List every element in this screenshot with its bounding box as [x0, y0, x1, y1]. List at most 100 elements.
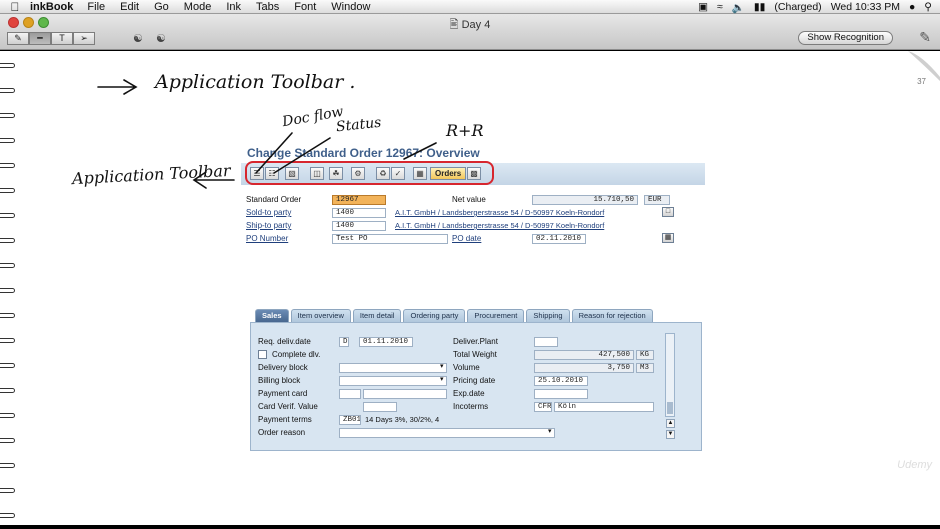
- dropdown-icon[interactable]: ▾: [440, 375, 444, 383]
- binder-ring: [0, 188, 15, 193]
- ship-to-party-address[interactable]: A.I.T. GmbH / Landsbergerstrasse 54 / D-…: [395, 221, 604, 230]
- incoterms-label: Incoterms: [453, 402, 489, 411]
- currency-field: EUR: [644, 195, 670, 205]
- battery-icon[interactable]: ▮▮: [754, 1, 766, 13]
- date-format-field[interactable]: D: [339, 337, 349, 347]
- highlighter-tool-icon[interactable]: ━: [29, 32, 51, 45]
- tab-item-detail[interactable]: Item detail: [352, 309, 402, 322]
- wifi-icon[interactable]: ≈: [717, 1, 723, 13]
- ship-to-party-label[interactable]: Ship-to party: [246, 221, 291, 230]
- payment-terms-label: Payment terms: [258, 415, 312, 424]
- scroll-up-icon[interactable]: ▲: [666, 419, 675, 428]
- toolbar-highlight-ring: [245, 161, 494, 185]
- scrollbar-thumb[interactable]: [667, 402, 673, 414]
- app-menu[interactable]: inkBook: [30, 1, 73, 13]
- binder-ring: [0, 88, 15, 93]
- spotlight-search-icon[interactable]: ⚲: [924, 1, 932, 13]
- select-tool-icon[interactable]: ➢: [73, 32, 95, 45]
- sold-to-party-address[interactable]: A.I.T. GmbH / Landsbergerstrasse 54 / D-…: [395, 208, 604, 217]
- binder-ring: [0, 388, 15, 393]
- sold-to-party-label[interactable]: Sold-to party: [246, 208, 291, 217]
- zoom-in-icon[interactable]: ☯: [156, 32, 166, 45]
- volume-unit-field: M3: [636, 363, 654, 373]
- zoom-out-icon[interactable]: ☯: [133, 32, 143, 45]
- text-tool-icon[interactable]: T: [51, 32, 73, 45]
- menu-file[interactable]: File: [87, 1, 105, 13]
- pricing-date-field[interactable]: 25.10.2010: [534, 376, 588, 386]
- req-deliv-date-label: Req. deliv.date: [258, 337, 311, 346]
- binder-ring: [0, 263, 15, 268]
- tab-shipping[interactable]: Shipping: [526, 309, 570, 322]
- menu-ink[interactable]: Ink: [226, 1, 241, 13]
- volume-icon[interactable]: 🔈: [732, 1, 745, 14]
- payment-terms-field[interactable]: ZB01: [339, 415, 361, 425]
- tab-strip: Sales Item overview Item detail Ordering…: [255, 309, 653, 322]
- clock[interactable]: Wed 10:33 PM: [831, 1, 900, 13]
- binder-ring: [0, 113, 15, 118]
- po-date-field[interactable]: 02.11.2010: [532, 234, 586, 244]
- menu-edit[interactable]: Edit: [120, 1, 139, 13]
- menu-window[interactable]: Window: [331, 1, 370, 13]
- incoterms-code-field[interactable]: CFR: [534, 402, 552, 412]
- udemy-watermark-logo: Udemy: [897, 459, 932, 471]
- dropdown-icon[interactable]: ▾: [440, 362, 444, 370]
- menu-tabs[interactable]: Tabs: [256, 1, 279, 13]
- sold-to-party-field[interactable]: 1400: [332, 208, 386, 218]
- binder-ring: [0, 413, 15, 418]
- billing-block-select[interactable]: [339, 376, 447, 386]
- binder-ring: [0, 63, 15, 68]
- weight-unit-field: KG: [636, 350, 654, 360]
- incoterms-place-field[interactable]: Köln: [554, 402, 654, 412]
- tab-reason-for-rejection[interactable]: Reason for rejection: [571, 309, 653, 322]
- binder-ring: [0, 138, 15, 143]
- payment-card-type-field[interactable]: [339, 389, 361, 399]
- po-number-field[interactable]: Test PO: [332, 234, 448, 244]
- handwritten-heading: Application Toolbar .: [155, 71, 356, 93]
- screen-mirroring-icon[interactable]: ▣: [698, 1, 708, 13]
- card-verif-value-field[interactable]: [363, 402, 397, 412]
- apple-menu-icon[interactable]: : [0, 0, 30, 14]
- binder-ring: [0, 163, 15, 168]
- deliver-plant-field[interactable]: [534, 337, 558, 347]
- binder-ring: [0, 513, 15, 518]
- exp-date-field[interactable]: [534, 389, 588, 399]
- tab-procurement[interactable]: Procurement: [467, 309, 525, 322]
- volume-label: Volume: [453, 363, 480, 372]
- exp-date-label: Exp.date: [453, 389, 485, 398]
- vertical-scrollbar[interactable]: [665, 333, 675, 417]
- req-deliv-date-field[interactable]: 01.11.2010: [359, 337, 413, 347]
- sales-tab-panel: Req. deliv.date D 01.11.2010 Complete dl…: [250, 322, 702, 451]
- partner-details-icon[interactable]: □: [662, 207, 674, 217]
- binder-ring: [0, 338, 15, 343]
- menu-font[interactable]: Font: [294, 1, 316, 13]
- dropdown-icon[interactable]: ▾: [548, 427, 552, 435]
- standard-order-field[interactable]: 12967: [332, 195, 386, 205]
- mode-segmented-control: ✎ ━ T ➢: [7, 32, 95, 45]
- po-attachment-icon[interactable]: ▦: [662, 233, 674, 243]
- binder-ring: [0, 363, 15, 368]
- menu-go[interactable]: Go: [154, 1, 169, 13]
- inspector-icon[interactable]: ✎: [919, 29, 931, 46]
- payment-card-number-field[interactable]: [363, 389, 447, 399]
- show-recognition-button[interactable]: Show Recognition: [798, 31, 893, 45]
- order-reason-select[interactable]: [339, 428, 555, 438]
- menu-mode[interactable]: Mode: [184, 1, 212, 13]
- battery-status[interactable]: (Charged): [774, 1, 821, 13]
- handwritten-rr: R+R: [446, 121, 484, 140]
- user-icon[interactable]: ●: [909, 1, 915, 13]
- binder-ring: [0, 313, 15, 318]
- tab-ordering-party[interactable]: Ordering party: [403, 309, 466, 322]
- ship-to-party-field[interactable]: 1400: [332, 221, 386, 231]
- notebook-page[interactable]: 37 Change Standard Order 12967: Overview…: [0, 51, 940, 525]
- delivery-block-select[interactable]: [339, 363, 447, 373]
- po-date-label[interactable]: PO date: [452, 234, 481, 243]
- po-number-label[interactable]: PO Number: [246, 234, 288, 243]
- tab-sales[interactable]: Sales: [255, 309, 289, 322]
- tab-item-overview[interactable]: Item overview: [290, 309, 351, 322]
- net-value-label: Net value: [452, 195, 486, 204]
- scroll-down-icon[interactable]: ▼: [666, 430, 675, 439]
- standard-order-label: Standard Order: [246, 195, 302, 204]
- complete-dlv-checkbox[interactable]: [258, 350, 267, 359]
- pen-tool-icon[interactable]: ✎: [7, 32, 29, 45]
- binder-ring: [0, 238, 15, 243]
